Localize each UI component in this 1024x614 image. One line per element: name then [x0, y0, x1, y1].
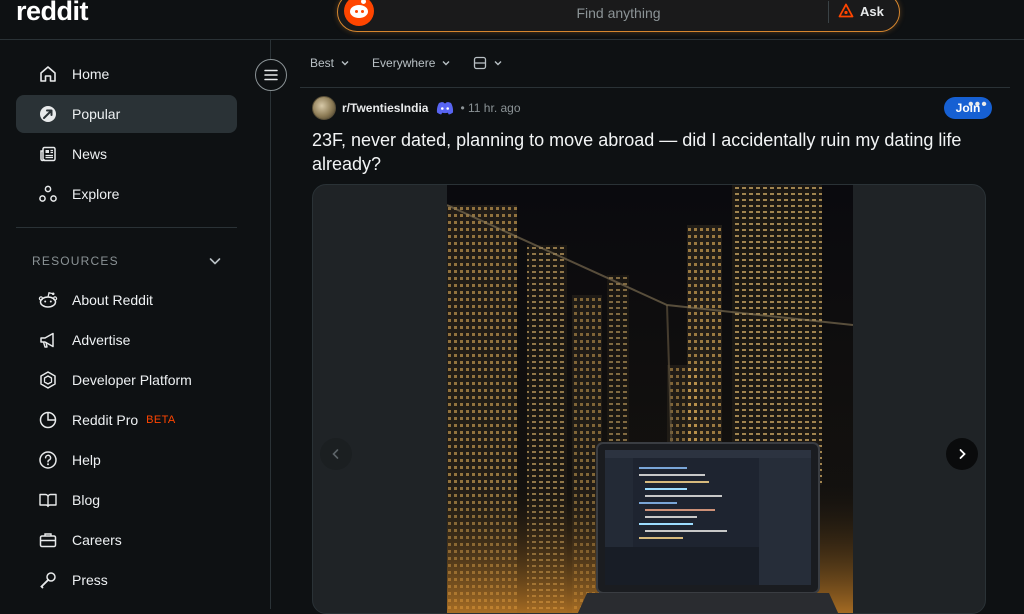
sort-scope-dropdown[interactable]: Everywhere [372, 56, 451, 70]
home-icon [40, 66, 56, 82]
chevron-down-icon [494, 61, 502, 66]
reddit-alien-icon [38, 292, 58, 308]
search-input[interactable]: Find anything [338, 5, 899, 21]
view-mode-dropdown[interactable] [473, 56, 503, 70]
megaphone-icon [40, 332, 54, 348]
sidebar-item-label: Help [72, 452, 101, 468]
beta-badge: BETA [146, 414, 176, 426]
sidebar-item-label: Reddit Pro [72, 412, 139, 428]
carousel-prev-button[interactable] [320, 438, 352, 470]
sidebar-item-reddit-pro[interactable]: Reddit Pro BETA [16, 401, 237, 439]
post-time: 11 hr. ago [468, 101, 521, 115]
sidebar-item-help[interactable]: Help [16, 441, 237, 479]
sidebar-item-blog[interactable]: Blog [16, 481, 237, 519]
chevron-down-icon [442, 61, 450, 66]
sort-scope-label: Everywhere [372, 56, 436, 70]
chevron-down-icon [341, 61, 349, 66]
sidebar-item-developer-platform[interactable]: Developer Platform [16, 361, 237, 399]
discord-icon[interactable] [436, 101, 454, 115]
post-media[interactable] [312, 184, 986, 614]
post-title[interactable]: 23F, never dated, planning to move abroa… [312, 128, 1002, 176]
ask-label: Ask [860, 3, 884, 19]
pro-chart-icon [39, 411, 57, 429]
developer-icon [40, 371, 56, 389]
ask-icon [838, 3, 854, 18]
sidebar-item-advertise[interactable]: Advertise [16, 321, 237, 359]
chevron-up-icon [209, 258, 221, 265]
briefcase-icon [39, 533, 57, 548]
search-bar[interactable]: Find anything Ask [337, 0, 900, 32]
resources-header[interactable]: RESOURCES [32, 254, 222, 268]
news-icon [40, 146, 56, 162]
sidebar-item-popular[interactable]: Popular [16, 95, 237, 133]
sidebar-item-label: Advertise [72, 332, 131, 348]
sidebar-item-careers[interactable]: Careers [16, 521, 237, 559]
sidebar-item-label: Blog [72, 492, 101, 508]
sidebar-item-label: Press [72, 572, 108, 588]
sort-order-dropdown[interactable]: Best [310, 56, 350, 70]
card-view-icon [474, 56, 487, 70]
sidebar-item-label: Popular [72, 106, 121, 122]
reddit-logo[interactable]: reddit [16, 0, 89, 27]
help-icon [39, 451, 57, 469]
sidebar-item-news[interactable]: News [16, 135, 237, 173]
main-feed: Best Everywhere r/TwentiesIndia • 11 hr.… [272, 40, 1024, 614]
subreddit-link[interactable]: r/TwentiesIndia [342, 101, 428, 115]
sort-bar: Best Everywhere [310, 56, 503, 70]
sidebar-item-label: About Reddit [72, 292, 153, 308]
ask-button[interactable]: Ask [838, 3, 884, 19]
sidebar-item-label: Explore [72, 186, 120, 202]
sidebar-item-about-reddit[interactable]: About Reddit [16, 281, 237, 319]
sidebar-item-home[interactable]: Home [16, 55, 237, 93]
sidebar-item-press[interactable]: Press [16, 561, 237, 599]
sidebar-item-label: Careers [72, 532, 122, 548]
resources-heading: RESOURCES [32, 254, 119, 268]
post-header: r/TwentiesIndia • 11 hr. ago Join [312, 96, 992, 120]
sidebar-divider [16, 227, 237, 228]
subreddit-avatar[interactable] [312, 96, 336, 120]
post-time-separator: • [460, 101, 469, 115]
sidebar-item-explore[interactable]: Explore [16, 175, 237, 213]
search-divider [828, 1, 829, 23]
feed-divider [300, 87, 1010, 88]
sidebar-item-label: Home [72, 66, 110, 82]
explore-icon [39, 185, 57, 202]
carousel-next-button[interactable] [946, 438, 978, 470]
chevron-right-icon [959, 449, 966, 459]
laptop [577, 442, 839, 613]
microphone-icon [40, 572, 56, 589]
post-image[interactable] [446, 185, 854, 613]
city-night-image [446, 185, 854, 613]
more-options-icon[interactable]: ••• [968, 96, 988, 114]
sort-order-label: Best [310, 56, 335, 70]
left-sidebar: Home Popular News Explore RESOURCES Abou… [0, 40, 271, 609]
chevron-left-icon [332, 449, 339, 459]
blog-icon [39, 493, 57, 508]
top-bar: reddit Find anything Ask [0, 0, 1024, 40]
sidebar-item-label: News [72, 146, 108, 162]
sidebar-item-label: Developer Platform [72, 372, 192, 388]
popular-icon [40, 106, 56, 122]
